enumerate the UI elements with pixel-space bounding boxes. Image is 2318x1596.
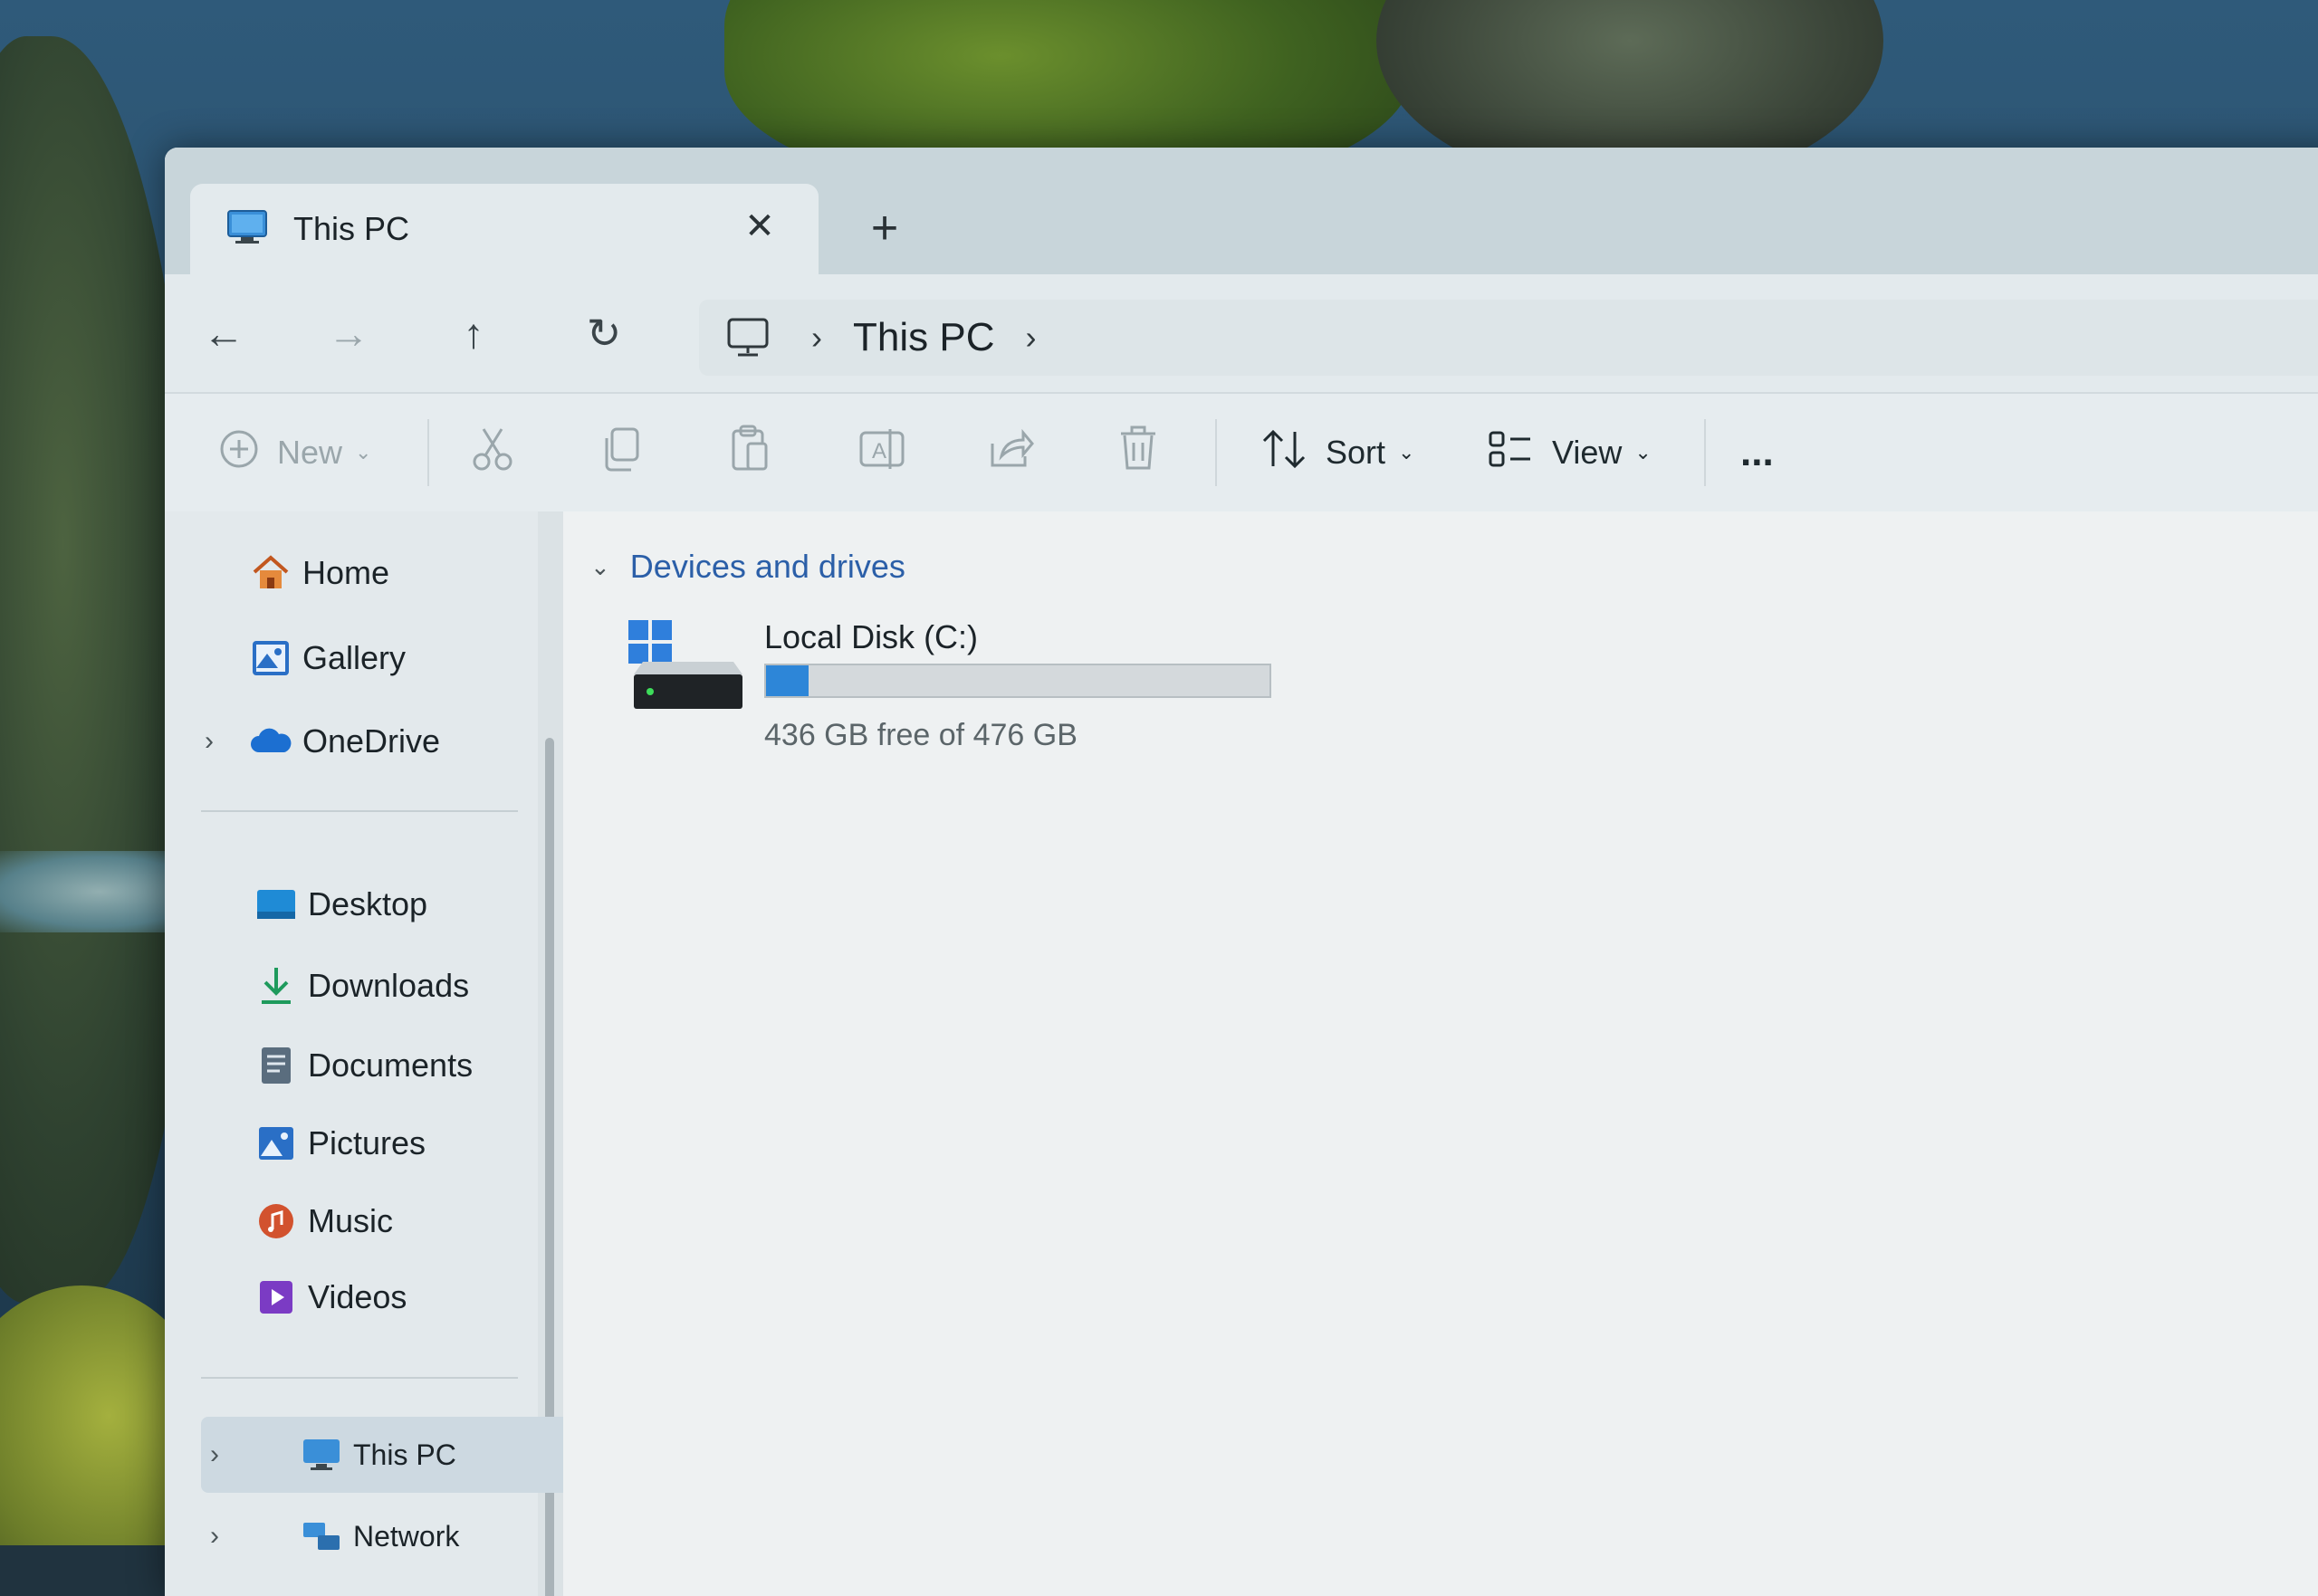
delete-button[interactable] xyxy=(1117,421,1159,484)
cut-button[interactable] xyxy=(471,421,514,484)
chevron-right-icon[interactable]: › xyxy=(210,1439,219,1470)
drive-usage-fill xyxy=(766,665,809,696)
network-icon xyxy=(301,1515,342,1557)
svg-text:A: A xyxy=(872,439,886,464)
sidebar-item-label: Music xyxy=(308,1202,394,1239)
chevron-right-icon[interactable]: › xyxy=(210,1521,219,1552)
sort-icon xyxy=(1260,428,1307,478)
chevron-down-icon: ⌄ xyxy=(590,552,610,580)
sidebar-item-label: Documents xyxy=(308,1046,474,1084)
main-content: ⌄ Devices and drives Local Disk (C:) 436… xyxy=(563,511,2318,1596)
drive-usage-bar xyxy=(764,664,1271,698)
sidebar-item-label: Desktop xyxy=(308,885,428,922)
scissors-icon xyxy=(471,425,514,481)
view-icon xyxy=(1487,429,1534,477)
chevron-down-icon: ⌄ xyxy=(1634,441,1652,464)
sort-button[interactable]: Sort ⌄ xyxy=(1260,421,1414,484)
drive-name: Local Disk (C:) xyxy=(764,618,979,655)
sidebar-item-label: Gallery xyxy=(302,639,407,676)
monitor-icon xyxy=(301,1434,342,1476)
group-title: Devices and drives xyxy=(629,548,905,585)
toolbar-divider xyxy=(1704,419,1706,486)
chevron-right-icon[interactable]: › xyxy=(205,726,214,757)
view-label: View xyxy=(1552,434,1623,471)
sidebar-item-onedrive[interactable]: › OneDrive xyxy=(165,712,630,770)
tab-this-pc[interactable]: This PC ✕ xyxy=(190,184,819,274)
sidebar-item-label: Downloads xyxy=(308,967,470,1004)
trash-icon xyxy=(1117,425,1159,482)
rename-icon: A xyxy=(857,425,906,481)
chevron-right-icon[interactable]: › xyxy=(811,319,822,357)
sidebar-item-home[interactable]: Home xyxy=(165,544,630,602)
gallery-icon xyxy=(250,637,292,679)
share-button[interactable] xyxy=(987,421,1034,484)
more-options-label: ... xyxy=(1740,430,1774,474)
file-explorer-window: This PC ✕ + ← → ↑ ↻ › This PC › New ⌄ A … xyxy=(165,148,2318,1596)
sidebar-divider xyxy=(201,810,518,812)
arrow-right-icon: → xyxy=(328,310,369,357)
refresh-icon: ↻ xyxy=(586,310,622,357)
chevron-down-icon: ⌄ xyxy=(1398,441,1415,464)
copy-icon xyxy=(599,425,643,481)
music-icon xyxy=(255,1200,297,1242)
chevron-down-icon: ⌄ xyxy=(355,441,372,464)
command-bar: New ⌄ A Sort ⌄ View ⌄ ... xyxy=(165,392,2318,513)
toolbar-divider xyxy=(427,419,429,486)
cloud-icon xyxy=(250,721,292,762)
address-bar[interactable]: › This PC › xyxy=(699,300,2318,376)
tab-title: This PC xyxy=(293,210,410,247)
back-button[interactable]: ← xyxy=(192,301,255,365)
documents-icon xyxy=(255,1045,297,1086)
forward-button[interactable]: → xyxy=(317,301,380,365)
videos-icon xyxy=(255,1276,297,1318)
home-icon xyxy=(250,552,292,594)
navigation-pane: Home Gallery › OneDrive Desktop 📌 xyxy=(165,511,636,1596)
close-tab-button[interactable]: ✕ xyxy=(737,204,782,249)
sort-label: Sort xyxy=(1326,434,1386,471)
toolbar-divider xyxy=(1215,419,1217,486)
download-icon xyxy=(255,965,297,1007)
sidebar-item-gallery[interactable]: Gallery xyxy=(165,629,630,687)
drive-free-space: 436 GB free of 476 GB xyxy=(764,718,1078,752)
group-header-devices-and-drives[interactable]: ⌄ Devices and drives xyxy=(590,548,905,586)
navigation-bar: ← → ↑ ↻ › This PC › xyxy=(165,274,2318,392)
clipboard-icon xyxy=(728,424,771,483)
new-label: New xyxy=(277,434,343,471)
refresh-button[interactable]: ↻ xyxy=(572,301,636,365)
up-button[interactable]: ↑ xyxy=(442,301,505,365)
more-options-button[interactable]: ... xyxy=(1740,421,1774,484)
title-bar: This PC ✕ + xyxy=(165,148,2318,274)
pictures-icon xyxy=(255,1123,297,1164)
copy-button[interactable] xyxy=(599,421,643,484)
monitor-icon xyxy=(726,317,781,358)
desktop-folder-icon xyxy=(255,884,297,925)
sidebar-item-label: Home xyxy=(302,554,390,591)
rename-button[interactable]: A xyxy=(857,421,906,484)
arrow-left-icon: ← xyxy=(203,310,244,357)
hard-drive-icon xyxy=(627,618,744,718)
drive-tile-c[interactable]: Local Disk (C:) 436 GB free of 476 GB xyxy=(627,618,1279,772)
share-icon xyxy=(987,425,1034,481)
monitor-icon xyxy=(226,209,268,250)
sidebar-item-label: Videos xyxy=(308,1278,407,1315)
sidebar-item-label: Network xyxy=(353,1519,460,1553)
plus-circle-icon xyxy=(219,429,259,477)
sidebar-item-label: This PC xyxy=(353,1438,456,1471)
new-button[interactable]: New ⌄ xyxy=(219,421,371,484)
sidebar-divider xyxy=(201,1377,518,1379)
chevron-right-icon[interactable]: › xyxy=(1025,319,1036,357)
view-button[interactable]: View ⌄ xyxy=(1487,421,1652,484)
sidebar-item-label: OneDrive xyxy=(302,722,441,760)
paste-button[interactable] xyxy=(728,421,771,484)
breadcrumb-this-pc[interactable]: This PC xyxy=(853,315,994,360)
arrow-up-icon: ↑ xyxy=(463,310,484,357)
sidebar-item-label: Pictures xyxy=(308,1124,426,1161)
new-tab-button[interactable]: + xyxy=(862,205,907,252)
